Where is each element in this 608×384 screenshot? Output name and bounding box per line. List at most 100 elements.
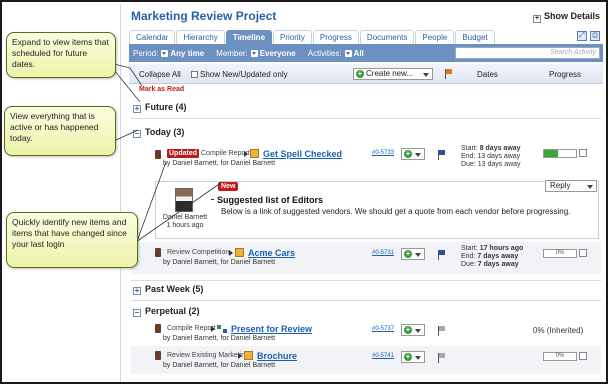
task-name-link[interactable]: Get Spell Checked — [263, 149, 342, 159]
tab-budget[interactable]: Budget — [455, 30, 495, 44]
due-label: Due: — [461, 161, 476, 168]
create-new-dropdown[interactable]: Create new... — [353, 68, 433, 80]
search-input[interactable]: Search Activity — [455, 47, 600, 59]
due-label: Due: — [461, 261, 476, 268]
task-row: Review Existing Marketing Brochure by Da… — [131, 346, 601, 374]
tab-calendar[interactable]: Calendar — [129, 30, 176, 44]
tab-timeline[interactable]: Timeline — [225, 30, 273, 44]
period-label: Period: — [133, 48, 159, 58]
section-perpetual[interactable]: – Perpetual (2) — [133, 306, 200, 317]
task-category: Review Existing Marketing — [167, 352, 250, 359]
section-past-week[interactable]: + Past Week (5) — [133, 284, 203, 295]
print-icon[interactable]: ⎙ — [590, 31, 600, 41]
end-value: 13 days away — [477, 153, 521, 160]
collapse-icon[interactable]: – — [133, 309, 141, 317]
member-label: Member: — [216, 48, 248, 58]
person-icon — [155, 351, 161, 360]
section-label: Past Week (5) — [145, 284, 204, 294]
task-name-link[interactable]: Present for Review — [231, 324, 312, 334]
mark-as-read-link[interactable]: Mark as Read — [139, 86, 184, 93]
person-icon — [155, 248, 161, 257]
task-id-link[interactable]: #0-5731 — [372, 250, 394, 256]
person-icon — [155, 324, 161, 333]
project-panel: Marketing Review Project + Show Details C… — [120, 4, 604, 382]
column-header-progress: Progress — [549, 70, 582, 79]
show-new-updated-label: Show New/Updated only — [200, 70, 288, 79]
column-header-dates: Dates — [477, 70, 498, 79]
chevron-down-icon[interactable] — [250, 49, 258, 57]
collapse-icon[interactable]: – — [133, 130, 141, 138]
task-name-link[interactable]: Brochure — [257, 351, 297, 361]
view-tabs: Calendar Hierarchy Timeline Priority Pro… — [129, 30, 496, 44]
flag-icon[interactable] — [438, 250, 446, 260]
task-actions-dropdown[interactable] — [401, 324, 425, 336]
show-details-toggle[interactable]: + Show Details — [532, 11, 600, 23]
person-icon — [155, 150, 161, 159]
section-today[interactable]: – Today (3) — [133, 127, 184, 138]
progress-bar[interactable]: 0% — [543, 249, 577, 258]
period-select[interactable]: Any time — [170, 49, 204, 58]
dependency-icon — [217, 325, 227, 333]
avatar — [175, 188, 193, 212]
show-details-label: Show Details — [543, 11, 600, 21]
section-label: Perpetual (2) — [145, 306, 200, 316]
show-new-updated-checkbox[interactable]: Show New/Updated only — [191, 70, 288, 79]
progress-bar[interactable]: 0% — [543, 352, 577, 361]
start-label: Start: — [461, 245, 478, 252]
flag-icon[interactable] — [438, 353, 446, 363]
task-category: Compile Report — [167, 325, 216, 332]
task-actions-dropdown[interactable] — [401, 148, 425, 160]
task-row: Review Competition Acme Cars by Daniel B… — [131, 242, 601, 274]
complete-checkbox[interactable] — [579, 249, 587, 257]
task-id-link[interactable]: #0-5737 — [372, 326, 394, 332]
section-future[interactable]: + Future (4) — [133, 102, 187, 113]
progress-fill — [544, 150, 559, 157]
task-row: Updated Compile Report Get Spell Checked… — [131, 142, 601, 178]
discussion-title[interactable]: Suggested list of Editors — [210, 195, 323, 205]
task-id-link[interactable]: #0-5733 — [372, 150, 394, 156]
member-select[interactable]: Everyone — [260, 49, 296, 58]
expand-view-icon[interactable]: ⤢ — [577, 31, 587, 41]
task-icon — [244, 351, 253, 360]
tab-hierarchy[interactable]: Hierarchy — [176, 30, 225, 44]
task-name-link[interactable]: Acme Cars — [248, 248, 295, 258]
flag-icon[interactable] — [438, 150, 446, 160]
activities-select[interactable]: All — [354, 49, 364, 58]
expand-icon[interactable]: + — [133, 287, 141, 295]
start-value: 8 days away — [479, 145, 521, 152]
tab-documents[interactable]: Documents — [359, 30, 415, 44]
expand-icon[interactable]: + — [133, 105, 141, 113]
task-actions-dropdown[interactable] — [401, 248, 425, 260]
divider — [131, 280, 601, 281]
progress-value: 0% — [555, 353, 565, 359]
task-icon — [235, 248, 244, 257]
task-owner: by Daniel Barnett, for Daniel Barnett — [163, 259, 276, 266]
chevron-right-icon — [238, 353, 242, 359]
view-icons: ⤢ ⎙ — [577, 31, 600, 41]
due-value: 7 days away — [477, 261, 519, 268]
complete-checkbox[interactable] — [579, 352, 587, 360]
progress-inherited: 0% (Inherited) — [533, 326, 584, 335]
chevron-down-icon[interactable] — [344, 49, 352, 57]
filter-bar: Period: Any time Member: Everyone Activi… — [129, 44, 603, 62]
task-owner: by Daniel Barnett, for Daniel Barnett — [163, 335, 276, 342]
list-toolbar: Collapse All Show New/Updated only Creat… — [129, 64, 603, 84]
complete-checkbox[interactable] — [579, 149, 587, 157]
task-dates: Start: 8 days away End: 13 days away Due… — [461, 145, 521, 169]
chevron-down-icon[interactable] — [161, 49, 169, 57]
end-value: 7 days away — [477, 253, 519, 260]
callout-expand: Expand to view items that scheduled for … — [6, 32, 116, 78]
task-actions-dropdown[interactable] — [401, 351, 425, 363]
tab-priority[interactable]: Priority — [273, 30, 312, 44]
checkbox-icon[interactable] — [191, 71, 198, 78]
task-id-link[interactable]: #0-5741 — [372, 353, 394, 359]
flag-icon[interactable] — [445, 69, 453, 79]
flag-icon[interactable] — [438, 326, 446, 336]
collapse-all-link[interactable]: Collapse All — [139, 70, 181, 79]
chevron-right-icon — [211, 326, 215, 332]
tab-people[interactable]: People — [415, 30, 455, 44]
progress-bar[interactable] — [543, 149, 577, 158]
tab-progress[interactable]: Progress — [312, 30, 359, 44]
reply-dropdown[interactable]: Reply — [545, 180, 597, 192]
new-badge: New — [218, 182, 239, 191]
